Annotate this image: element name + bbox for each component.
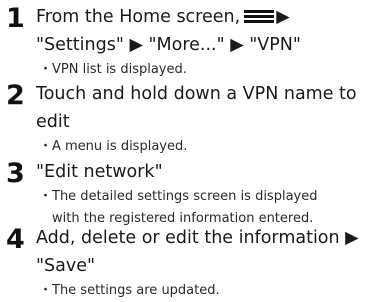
step-title: "Edit network" — [36, 158, 371, 186]
step-number: 2 — [6, 80, 25, 111]
step-1: 1 From the Home screen, ▶ "Settings" ▶ "M… — [0, 3, 371, 81]
arrow-icon: ▶ — [276, 7, 290, 27]
step-title: From the Home screen, ▶ "Settings" ▶ "Mor… — [36, 3, 371, 59]
step-4: 4 Add, delete or edit the information ▶ … — [0, 224, 371, 302]
step-note: ・ A menu is displayed. — [36, 136, 371, 158]
step-note: ・ VPN list is displayed. — [36, 59, 371, 81]
step-title-line-2: "Settings" ▶ "More..." ▶ "VPN" — [36, 35, 301, 55]
bullet-icon: ・ — [39, 139, 53, 154]
bullet-icon: ・ — [39, 189, 53, 204]
step-note-line-1: VPN list is displayed. — [52, 62, 187, 77]
step-note-line-1: The settings are updated. — [52, 283, 220, 298]
step-note: ・ The settings are updated. — [36, 280, 371, 302]
step-3: 3 "Edit network" ・ The detailed settings… — [0, 158, 371, 230]
step-note-line-1: The detailed settings screen is displaye… — [52, 189, 318, 204]
step-note-line-1: A menu is displayed. — [52, 139, 188, 154]
step-number: 1 — [6, 3, 25, 34]
step-title-line-1: Add, delete or edit the information ▶ — [36, 228, 359, 248]
step-title-text: From the Home screen, — [36, 7, 241, 27]
step-title: Add, delete or edit the information ▶ "S… — [36, 224, 371, 280]
step-title-line-2: edit — [36, 112, 70, 132]
step-number: 4 — [6, 224, 25, 255]
step-title-line-1: Touch and hold down a VPN name to — [36, 84, 357, 104]
menu-icon — [244, 10, 275, 23]
step-title: Touch and hold down a VPN name to edit — [36, 80, 371, 136]
bullet-icon: ・ — [39, 283, 53, 298]
step-2: 2 Touch and hold down a VPN name to edit… — [0, 80, 371, 158]
bullet-icon: ・ — [39, 62, 53, 77]
step-title-line-1: From the Home screen, ▶ — [36, 3, 371, 31]
step-title-line-1: "Edit network" — [36, 162, 163, 182]
step-title-line-2: "Save" — [36, 256, 96, 276]
step-number: 3 — [6, 158, 25, 189]
